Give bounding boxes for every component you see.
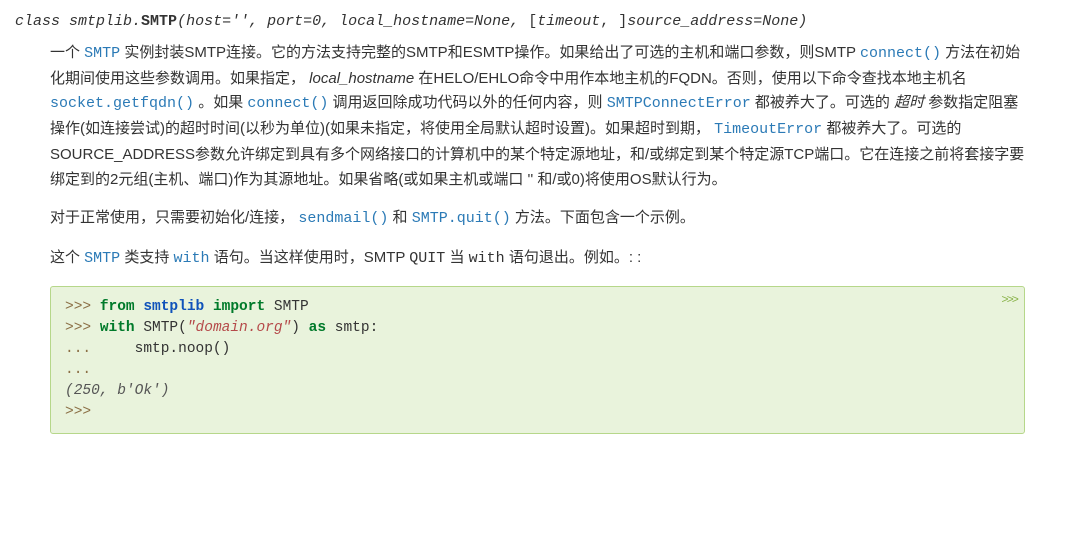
- module-prefix: smtplib.: [69, 13, 141, 30]
- description: 一个 SMTP 实例封装SMTP连接。它的方法支持完整的SMTP和ESMTP操作…: [50, 41, 1025, 434]
- keyword-class: class: [15, 13, 60, 30]
- code-prompt: >>>: [65, 299, 100, 315]
- code-example: >>>>>> from smtplib import SMTP >>> with…: [50, 286, 1025, 434]
- toggle-prompt-icon[interactable]: >>>: [1001, 292, 1017, 309]
- param-local-hostname: local_hostname: [309, 70, 414, 87]
- link-timeouterror[interactable]: TimeoutError: [714, 121, 822, 138]
- link-connect-2[interactable]: connect(): [247, 95, 328, 112]
- link-smtp-2[interactable]: SMTP: [84, 250, 120, 267]
- link-with[interactable]: with: [174, 250, 210, 267]
- class-signature: class smtplib.SMTP(host='', port=0, loca…: [15, 10, 1025, 35]
- link-sendmail[interactable]: sendmail(): [298, 210, 388, 227]
- link-getfqdn[interactable]: socket.getfqdn(): [50, 95, 194, 112]
- bracket-close: , ]: [600, 13, 627, 30]
- bracket: [: [528, 13, 537, 30]
- params: (host='', port=0, local_hostname=None,: [177, 13, 528, 30]
- paragraph-2: 对于正常使用，只需要初始化/连接， sendmail() 和 SMTP.quit…: [50, 206, 1025, 232]
- param-timeout: 超时: [894, 94, 924, 111]
- link-quit[interactable]: SMTP.quit(): [412, 210, 511, 227]
- paragraph-1: 一个 SMTP 实例封装SMTP连接。它的方法支持完整的SMTP和ESMTP操作…: [50, 41, 1025, 193]
- link-smtp[interactable]: SMTP: [84, 45, 120, 62]
- class-name: SMTP: [141, 13, 177, 30]
- link-smtpconnecterror[interactable]: SMTPConnectError: [607, 95, 751, 112]
- paragraph-3: 这个 SMTP 类支持 with 语句。当这样使用时，SMTP QUIT 当 w…: [50, 246, 1025, 272]
- code-output: (250, b'Ok'): [65, 383, 169, 399]
- literal-quit: QUIT: [409, 250, 445, 267]
- literal-with: with: [469, 250, 505, 267]
- link-connect[interactable]: connect(): [860, 45, 941, 62]
